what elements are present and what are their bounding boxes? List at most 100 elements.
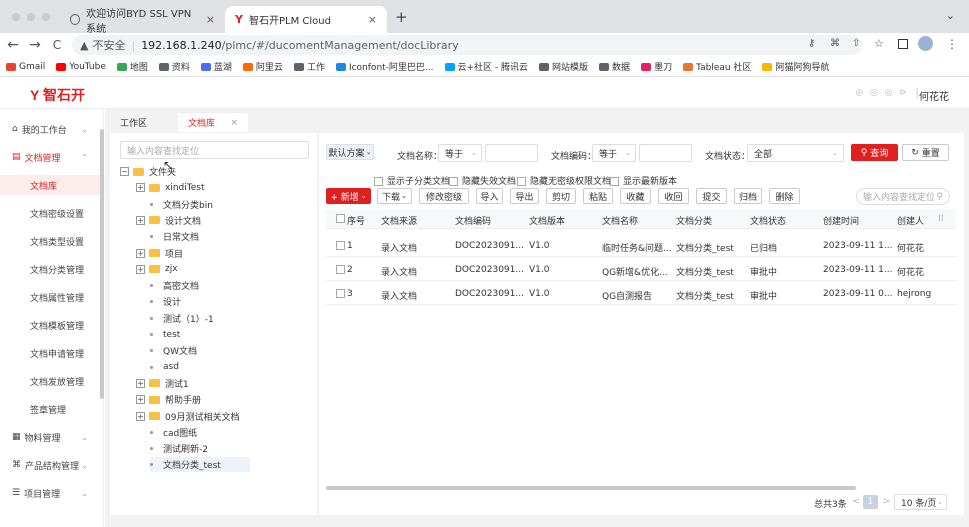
expand-icon[interactable]: + — [136, 264, 145, 274]
toolbar-button[interactable]: 导入 — [476, 188, 503, 204]
doc-name-input[interactable] — [485, 144, 538, 162]
forward-icon[interactable]: → — [24, 37, 46, 53]
window-close-dot[interactable] — [12, 13, 20, 21]
reset-button[interactable]: ↻ 重置 — [902, 144, 949, 161]
tree-node[interactable]: cad图纸 — [150, 425, 197, 440]
collapse-icon[interactable]: − — [120, 167, 129, 176]
toolbar-button[interactable]: 收藏 — [620, 188, 651, 204]
toolbar-button[interactable]: 下载 ⌄ — [377, 188, 412, 204]
toolbar-button[interactable]: 剪切 — [546, 188, 576, 204]
bookmark-item[interactable]: 网站模版 — [539, 60, 588, 73]
bookmark-item[interactable]: YouTube — [56, 62, 106, 72]
page-number-button[interactable]: 1 — [863, 495, 878, 509]
tree-node[interactable]: +09月测试相关文档 — [136, 409, 239, 424]
tree-node[interactable]: + 帮助手册 — [136, 392, 201, 407]
expand-icon[interactable]: + — [136, 215, 145, 225]
filter-checkbox[interactable]: 显示子分类文档 — [374, 174, 450, 187]
sidebar-item[interactable]: ▤ 文档管理 ⌃ — [0, 147, 100, 167]
tree-node[interactable]: QW文档 — [150, 343, 197, 358]
expand-icon[interactable]: + — [136, 248, 145, 258]
sidebar-item[interactable]: 文档分类管理 — [0, 259, 100, 279]
expand-icon[interactable]: + — [136, 378, 145, 388]
checkbox-box[interactable] — [336, 289, 345, 298]
sidebar-item[interactable]: 文档模板管理 — [0, 315, 100, 335]
filter-checkbox[interactable]: 隐藏无密级权限文档 — [517, 174, 611, 187]
filter-checkbox[interactable]: 隐藏失效文档 — [449, 174, 516, 187]
bookmark-item[interactable]: 数据 — [599, 60, 630, 73]
window-zoom-dot[interactable] — [42, 13, 50, 21]
bookmark-item[interactable]: 工作 — [293, 60, 325, 73]
query-button[interactable]: ⚲ 查询 — [851, 144, 898, 161]
sidebar-item[interactable]: ⌂ 我的工作台 ⌄ — [0, 119, 100, 139]
bookmark-item[interactable]: 阿里云 — [242, 60, 283, 73]
tree-node[interactable]: 设计 — [150, 294, 181, 309]
toolbar-button[interactable]: 提交 — [696, 188, 727, 204]
browser-tab-vpn[interactable]: 欢迎访问BYD SSL VPN系统 × — [60, 6, 225, 35]
checkbox-box[interactable] — [374, 177, 383, 186]
tab-workspace[interactable]: 工作区 — [110, 112, 157, 132]
tree-node[interactable]: asd — [150, 360, 179, 375]
tab-search-icon[interactable]: ⌄ — [946, 9, 955, 22]
sidebar-item[interactable]: ⌘ 产品结构管理 ⌄ — [0, 455, 100, 475]
toolbar-button[interactable]: 导出 — [510, 188, 539, 204]
checkbox-box[interactable] — [449, 177, 458, 186]
back-icon[interactable]: ← — [2, 37, 24, 53]
table-row[interactable]: 1 录入文档 DOC2023091... V1.0 临时任务&问题... 文档分类_tes… — [326, 235, 956, 257]
key-icon[interactable]: ⚷ — [808, 38, 815, 49]
page-size-select[interactable]: 10 条/页 ⌄ — [894, 494, 947, 510]
bookmark-item[interactable]: Tableau 社区 — [683, 60, 751, 73]
sidebar-item[interactable]: 文档申请管理 — [0, 343, 100, 363]
tree-node[interactable]: 测试刷新-2 — [150, 441, 208, 456]
toolbar-button[interactable]: 删除 — [769, 188, 800, 204]
close-tab-icon[interactable]: × — [368, 13, 377, 26]
table-row[interactable]: 2 录入文档 DOC2023091... V1.0 QG新增&优化... 文档分类_tes… — [326, 259, 956, 281]
new-tab-button[interactable]: + — [395, 8, 408, 26]
sidebar-item[interactable]: 文档库 — [0, 175, 100, 195]
sidebar-item[interactable]: 文档密级设置 — [0, 203, 100, 223]
tree-node[interactable]: 高密文档 — [150, 278, 199, 293]
bookmark-item[interactable]: 资料 — [158, 60, 190, 73]
tab-doc-library[interactable]: 文档库 × — [178, 112, 248, 132]
doc-code-operator[interactable]: 等于 ⌄ — [592, 144, 636, 162]
bookmark-item[interactable]: 蓝湖 — [200, 60, 232, 73]
tree-node[interactable]: 日常文档 — [150, 229, 199, 244]
tree-node[interactable]: 测试（1）-1 — [150, 311, 214, 326]
reload-icon[interactable]: C — [46, 38, 68, 52]
bookmark-item[interactable]: 云+社区 - 腾讯云 — [444, 60, 528, 73]
doc-status-select[interactable]: 全部 ⌄ — [747, 144, 844, 162]
doc-code-input[interactable] — [639, 144, 692, 162]
tree-node[interactable]: 文档分类bin — [150, 197, 213, 212]
close-tab-icon[interactable]: × — [230, 118, 238, 128]
sidebar-item[interactable]: ☰ 项目管理 ⌄ — [0, 483, 100, 503]
prev-page-button[interactable]: < — [852, 496, 860, 507]
tree-node[interactable]: test — [150, 327, 180, 342]
tree-node[interactable]: + 设计文档 — [136, 213, 201, 228]
expand-icon[interactable]: + — [136, 395, 145, 405]
sidebar-scrollbar[interactable] — [100, 129, 104, 399]
tree-node[interactable]: + zjx — [136, 262, 178, 277]
tree-node[interactable]: + xindiTest — [136, 180, 204, 195]
tree-node[interactable]: + 测试1 — [136, 376, 189, 391]
filter-checkbox[interactable]: 显示最新版本 — [610, 174, 677, 187]
column-settings-icon[interactable]: ⁞⁞ — [938, 214, 944, 224]
more-menu-icon[interactable]: ⋮ — [946, 37, 958, 51]
bookmark-item[interactable]: Gmail — [6, 62, 45, 72]
browser-tab-plm[interactable]: Y 智石开PLM Cloud × — [225, 6, 387, 33]
translate-icon[interactable]: ⌘ — [830, 38, 840, 49]
sidebar-item[interactable]: 签章管理 — [0, 399, 100, 419]
bookmark-star-icon[interactable]: ☆ — [874, 37, 884, 50]
toolbar-button[interactable]: 收回 — [658, 188, 689, 204]
app-logo[interactable]: Y 智石开 — [30, 85, 85, 105]
window-minimize-dot[interactable] — [27, 13, 35, 21]
scheme-select[interactable]: 默认方案 ⌄ — [326, 144, 374, 160]
sidebar-item[interactable]: ▦ 物料管理 ⌄ — [0, 427, 100, 447]
checkbox-box[interactable] — [610, 177, 619, 186]
checkbox-box[interactable] — [336, 265, 345, 274]
next-page-button[interactable]: > — [882, 496, 890, 507]
table-row[interactable]: 3 录入文档 DOC2023091... V1.0 QG自测报告 文档分类_test 审批中… — [326, 283, 956, 305]
user-name[interactable]: 何花花 — [919, 88, 949, 103]
tree-node[interactable]: 文档分类_test — [150, 457, 250, 473]
doc-name-operator[interactable]: 等于 ⌄ — [438, 144, 482, 162]
expand-icon[interactable]: + — [136, 411, 145, 421]
checkbox-box[interactable] — [517, 177, 526, 186]
